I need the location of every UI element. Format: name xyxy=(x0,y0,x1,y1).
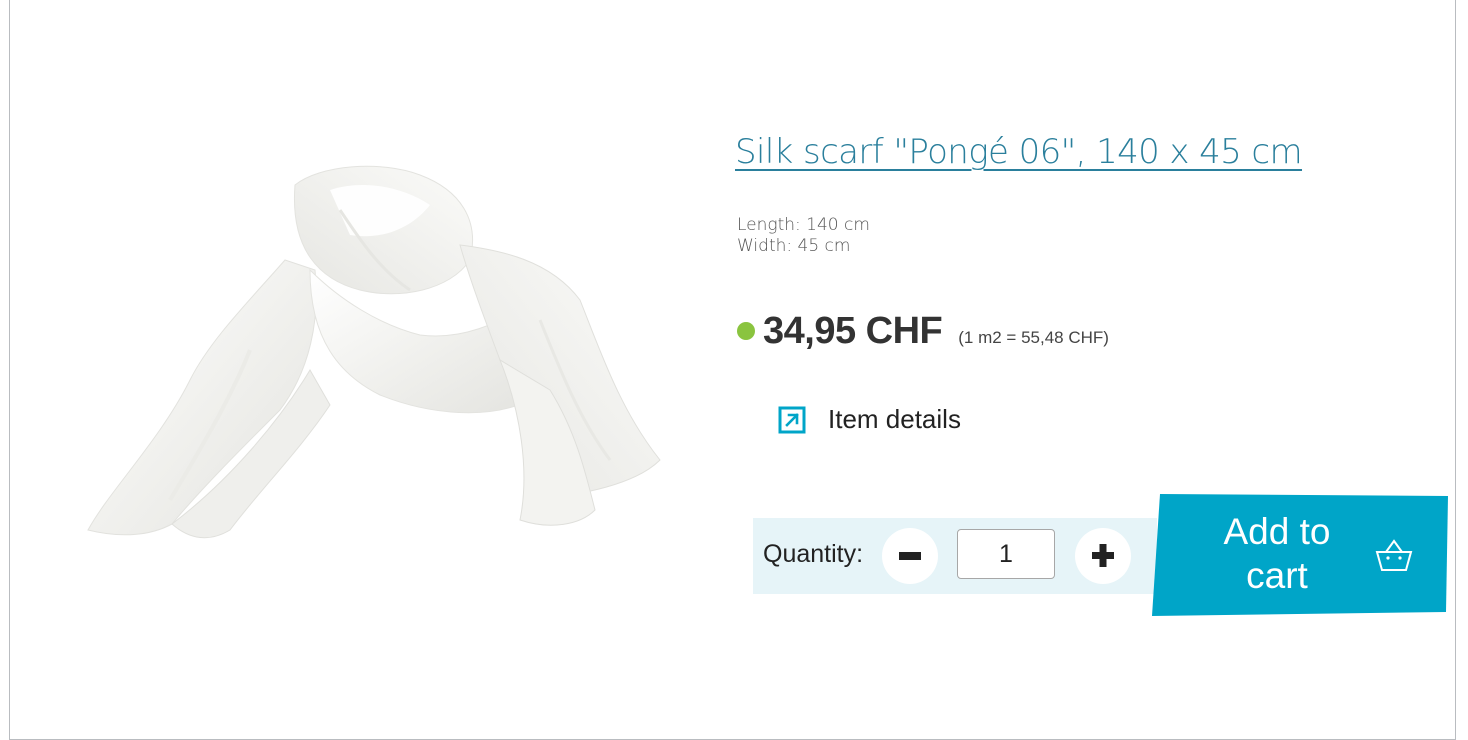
add-to-cart-line1: Add to xyxy=(1223,511,1331,552)
external-arrow-icon xyxy=(778,406,806,433)
product-specs: Length: 140 cm Width: 45 cm xyxy=(737,215,870,257)
item-details-label: Item details xyxy=(828,404,961,434)
quantity-label: Quantity: xyxy=(763,540,864,568)
add-to-cart-label: Add to cart xyxy=(1192,510,1362,598)
spec-length: Length: 140 cm xyxy=(737,215,870,235)
stock-status-icon xyxy=(737,322,755,340)
product-image[interactable] xyxy=(80,150,680,560)
quantity-decrease-button[interactable] xyxy=(882,528,938,584)
product-title[interactable]: Silk scarf "Pongé 06", 140 x 45 cm xyxy=(735,132,1303,172)
add-to-cart-line2: cart xyxy=(1246,555,1308,596)
minus-icon xyxy=(899,552,921,560)
plus-icon xyxy=(1092,544,1114,567)
unit-price: (1 m2 = 55,48 CHF) xyxy=(958,328,1109,347)
quantity-input[interactable] xyxy=(957,529,1055,579)
add-to-cart-button[interactable]: Add to cart xyxy=(1152,494,1448,616)
item-details-link[interactable]: Item details xyxy=(778,404,961,435)
silk-scarf-image xyxy=(87,165,661,539)
price-row: 34,95 CHF (1 m2 = 55,48 CHF) xyxy=(737,310,1109,353)
basket-icon xyxy=(1375,539,1413,571)
product-card: Silk scarf "Pongé 06", 140 x 45 cm Lengt… xyxy=(9,0,1456,740)
quantity-box: Quantity: xyxy=(753,518,1157,594)
spec-width: Width: 45 cm xyxy=(737,236,851,256)
quantity-increase-button[interactable] xyxy=(1075,528,1131,584)
product-price: 34,95 CHF xyxy=(763,310,943,352)
